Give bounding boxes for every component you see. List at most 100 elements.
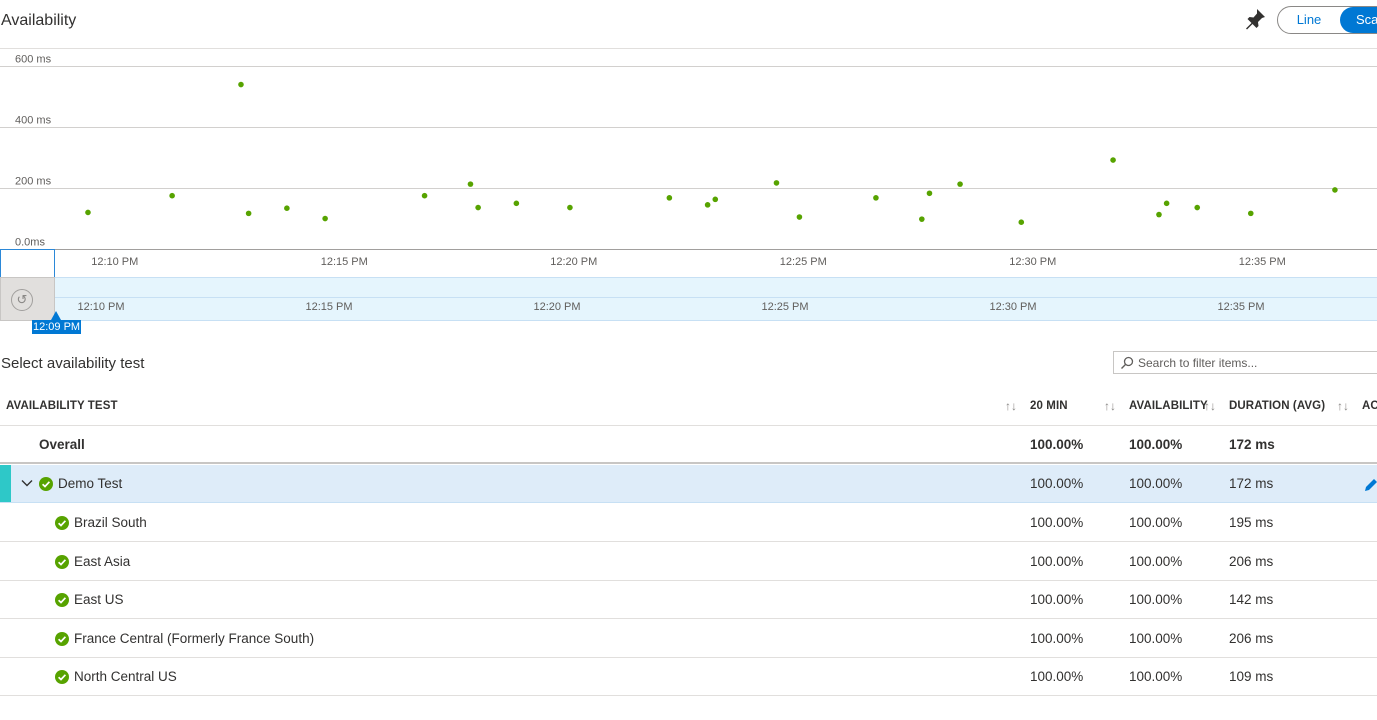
scatter-point <box>169 192 175 199</box>
success-check-icon <box>55 516 69 530</box>
success-check-icon <box>55 670 69 684</box>
scatter-point <box>322 215 328 222</box>
sort-20min-icon[interactable]: ↑↓ <box>1005 399 1017 413</box>
x-tick-label: 12:30 PM <box>1009 256 1056 268</box>
row-duration: 195 ms <box>1229 515 1274 530</box>
scatter-point <box>919 216 925 222</box>
success-check-icon <box>55 632 69 646</box>
row-name: East US <box>74 592 124 607</box>
scatter-point <box>245 210 252 217</box>
brush-tick-label: 12:30 PM <box>989 301 1037 313</box>
x-tick-label: 12:35 PM <box>1239 256 1286 268</box>
selection-outline <box>0 249 55 277</box>
x-tick-label: 12:15 PM <box>321 256 368 268</box>
y-tick-label: 600 ms <box>15 54 52 66</box>
scatter-point <box>513 200 520 207</box>
sort-actions-icon[interactable]: ↑↓ <box>1337 399 1349 413</box>
row-availability: 100.00% <box>1129 592 1183 607</box>
scatter-point <box>567 204 573 211</box>
scatter-point <box>773 180 780 186</box>
x-tick-label: 12:25 PM <box>780 256 827 268</box>
search-input[interactable] <box>1138 353 1377 372</box>
edit-icon[interactable] <box>1363 477 1377 493</box>
scatter-point <box>957 181 963 187</box>
scatter-toggle-button[interactable]: Scatter <box>1340 7 1377 33</box>
row-duration: 172 ms <box>1229 476 1274 491</box>
scatter-point <box>704 202 711 208</box>
row-20min: 100.00% <box>1030 631 1084 646</box>
column-header-actions[interactable]: ACTIONS <box>1362 400 1377 412</box>
row-availability: 100.00% <box>1129 476 1183 491</box>
row-availability: 100.00% <box>1129 515 1183 530</box>
row-name: North Central US <box>74 669 177 684</box>
search-icon <box>1121 356 1134 369</box>
scatter-point <box>926 190 933 197</box>
page-title: Availability <box>1 12 77 29</box>
column-header-availability[interactable]: AVAILABILITY <box>1129 400 1208 412</box>
y-tick-label: 400 ms <box>15 115 52 127</box>
location-row[interactable]: East Asia 100.00% 100.00% 206 ms <box>0 543 1377 581</box>
scatter-point <box>796 214 803 220</box>
scatter-point <box>284 205 290 211</box>
row-duration: 172 ms <box>1229 437 1275 452</box>
location-row[interactable]: France Central (Formerly France South) 1… <box>0 620 1377 658</box>
time-marker-label: 12:09 PM <box>32 320 82 334</box>
brush-tick-label: 12:15 PM <box>305 301 353 313</box>
time-marker-icon[interactable] <box>51 311 61 320</box>
scatter-point <box>1332 187 1338 193</box>
row-20min: 100.00% <box>1030 554 1084 569</box>
scatter-point <box>1163 200 1170 207</box>
column-header-test[interactable]: AVAILABILITY TEST <box>6 400 118 412</box>
time-range-brush[interactable]: 12:10 PM 12:15 PM 12:20 PM 12:25 PM 12:3… <box>0 277 1377 321</box>
row-duration: 142 ms <box>1229 592 1274 607</box>
success-check-icon <box>39 477 53 491</box>
row-20min: 100.00% <box>1030 592 1084 607</box>
section-title: Select availability test <box>1 355 145 372</box>
row-name: France Central (Formerly France South) <box>74 631 315 646</box>
pin-icon[interactable] <box>1243 7 1267 31</box>
row-duration: 109 ms <box>1229 669 1274 684</box>
duration-scatter-chart: 0.0ms 200 ms 400 ms 600 ms 12:10 PM 12:15 PM 1… <box>0 48 1377 268</box>
scatter-point <box>666 195 673 201</box>
success-check-icon <box>55 593 69 607</box>
reset-icon[interactable]: ↺ <box>11 289 33 311</box>
row-name: Brazil South <box>74 515 147 530</box>
scatter-point <box>1110 157 1116 163</box>
row-20min: 100.00% <box>1030 437 1084 452</box>
brush-tick-label: 12:25 PM <box>761 301 809 313</box>
brush-tick-label: 12:20 PM <box>533 301 581 313</box>
test-group-row[interactable]: Demo Test 100.00% 100.00% 172 ms <box>0 465 1377 503</box>
row-availability: 100.00% <box>1129 669 1183 684</box>
chart-type-toggle: Line Scatter <box>1277 6 1377 34</box>
search-box <box>1113 351 1377 374</box>
sort-duration-icon[interactable]: ↑↓ <box>1204 399 1216 413</box>
scatter-point <box>475 204 481 211</box>
scatter-point <box>1156 211 1162 218</box>
row-availability: 100.00% <box>1129 631 1183 646</box>
brush-tick-label: 12:35 PM <box>1217 301 1265 313</box>
location-row[interactable]: East US 100.00% 100.00% 142 ms <box>0 581 1377 619</box>
row-availability: 100.00% <box>1129 437 1183 452</box>
scatter-point <box>238 81 244 88</box>
line-toggle-button[interactable]: Line <box>1278 7 1340 33</box>
brush-reset-handle[interactable]: ↺ <box>0 277 55 321</box>
brush-tick-label: 12:10 PM <box>77 301 125 313</box>
x-tick-label: 12:10 PM <box>91 256 138 268</box>
chevron-down-icon[interactable] <box>21 477 33 489</box>
selection-stripe <box>0 465 11 502</box>
column-header-duration[interactable]: DURATION (AVG) <box>1229 400 1325 412</box>
brush-divider <box>0 297 1377 298</box>
scatter-point <box>1194 204 1201 211</box>
row-20min: 100.00% <box>1030 476 1084 491</box>
x-tick-label: 12:20 PM <box>550 256 597 268</box>
row-name: Demo Test <box>58 476 123 491</box>
overall-row[interactable]: Overall 100.00% 100.00% 172 ms <box>0 426 1377 464</box>
scatter-point <box>1018 219 1025 225</box>
location-row[interactable]: North Central US 100.00% 100.00% 109 ms <box>0 658 1377 696</box>
location-row[interactable]: Brazil South 100.00% 100.00% 195 ms <box>0 504 1377 542</box>
scatter-point <box>873 195 879 201</box>
sort-availability-icon[interactable]: ↑↓ <box>1104 399 1116 413</box>
column-header-20min[interactable]: 20 MIN <box>1030 400 1068 412</box>
success-check-icon <box>55 555 69 569</box>
row-name: Overall <box>39 437 85 452</box>
